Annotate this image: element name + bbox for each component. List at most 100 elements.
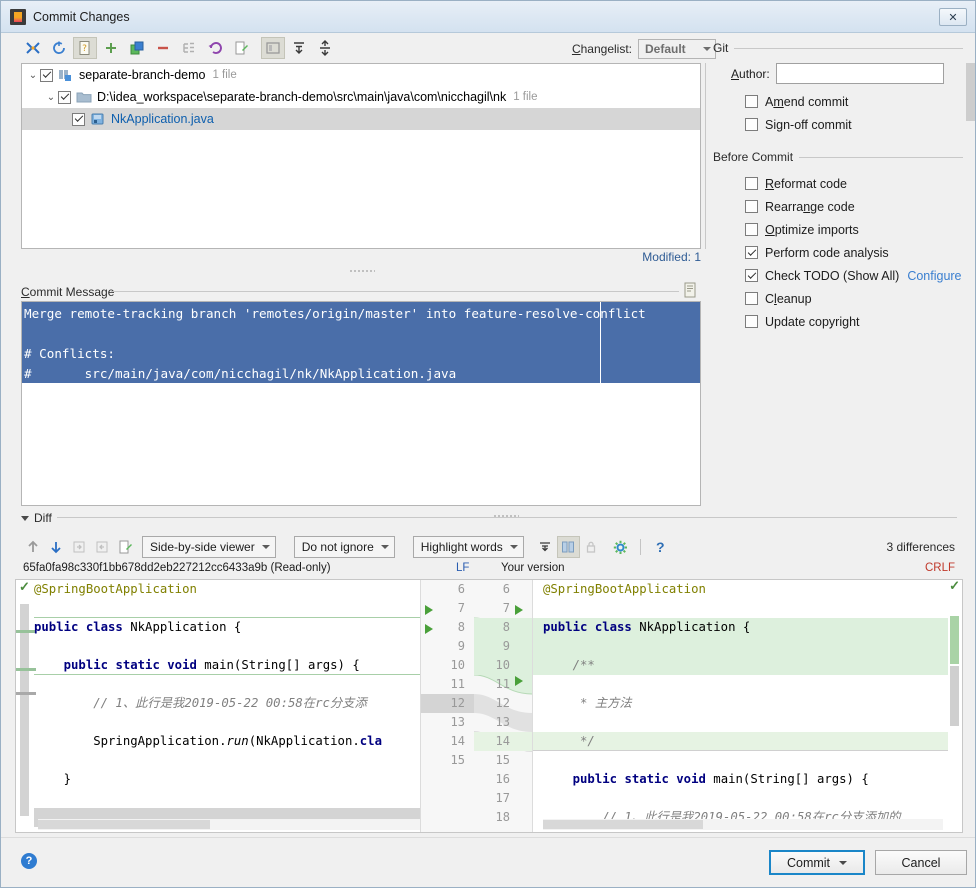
checkbox-box[interactable] xyxy=(745,223,758,236)
left-line-ending-label[interactable]: LF xyxy=(456,562,469,574)
differences-count: 3 differences xyxy=(886,540,956,554)
add-icon[interactable] xyxy=(99,37,123,59)
help-icon[interactable]: ? xyxy=(649,536,672,558)
gear-icon[interactable] xyxy=(609,536,632,558)
right-line-ending-label[interactable]: CRLF xyxy=(925,562,955,574)
next-difference-icon[interactable] xyxy=(44,536,67,558)
rollback-icon[interactable] xyxy=(203,37,227,59)
line-number: 6 xyxy=(457,582,465,596)
checkbox-box[interactable] xyxy=(745,315,758,328)
dialog-vertical-scrollbar[interactable] xyxy=(965,63,975,249)
diff-status-bar: 65fa0fa98c330f1bb678dd2eb227212cc6433a9b… xyxy=(1,560,975,579)
chevron-down-icon[interactable] xyxy=(21,515,29,521)
diff-viewer[interactable]: ✓ @SpringBootApplication public class Nk… xyxy=(15,579,963,833)
previous-difference-icon[interactable] xyxy=(21,536,44,558)
highlight-mode-dropdown[interactable]: Highlight words xyxy=(412,536,524,558)
check-todo-checkbox[interactable]: Check TODO (Show All) Configure xyxy=(713,264,963,287)
tree-checkbox-file[interactable] xyxy=(72,112,85,126)
optimize-imports-checkbox[interactable]: Optimize imports xyxy=(713,218,963,241)
diff-section-header[interactable]: Diff xyxy=(21,511,52,525)
tree-row-repository[interactable]: ⌄ separate-branch-demo 1 file xyxy=(22,64,700,86)
left-marker-track[interactable] xyxy=(20,604,29,816)
reformat-code-checkbox[interactable]: Reformat code xyxy=(713,172,963,195)
line-number: 17 xyxy=(495,791,510,805)
chevron-down-icon[interactable] xyxy=(839,860,848,865)
accept-left-icon[interactable] xyxy=(67,536,90,558)
apply-change-right-icon[interactable] xyxy=(515,604,523,618)
tree-checkbox-directory[interactable] xyxy=(58,90,71,104)
checkbox-box[interactable] xyxy=(745,246,758,259)
apply-change-left-icon[interactable] xyxy=(425,623,433,637)
checkbox-box[interactable] xyxy=(745,269,758,282)
right-marker-gutter[interactable]: ✓ xyxy=(948,580,962,832)
diff-right-line-numbers: 6 7 8 9 10 11 12 13 14 15 16 17 18 xyxy=(474,580,532,832)
scrollbar-thumb[interactable] xyxy=(966,63,975,121)
collapse-nodes-icon[interactable] xyxy=(313,37,337,59)
expand-all-icon[interactable] xyxy=(287,37,311,59)
cleanup-checkbox[interactable]: Cleanup xyxy=(713,287,963,310)
collapse-unchanged-icon[interactable] xyxy=(534,536,557,558)
ignore-mode-dropdown[interactable]: Do not ignore xyxy=(293,536,395,558)
amend-commit-checkbox[interactable]: Amend commit xyxy=(713,90,963,113)
commit-button[interactable]: Commit xyxy=(769,850,865,875)
left-horizontal-scrollbar[interactable] xyxy=(38,819,420,830)
checkbox-box[interactable] xyxy=(745,118,758,131)
commit-message-input[interactable]: Merge remote-tracking branch 'remotes/or… xyxy=(21,301,701,506)
perform-code-analysis-label: Perform code analysis xyxy=(765,245,889,260)
tree-row-file[interactable]: NkApplication.java xyxy=(22,108,700,130)
right-code-area[interactable]: @SpringBootApplication public class NkAp… xyxy=(543,580,962,832)
changed-files-tree[interactable]: ⌄ separate-branch-demo 1 file ⌄ D:\idea_… xyxy=(21,63,701,249)
move-to-changelist-icon[interactable] xyxy=(125,37,149,59)
code-line: // 1、此行是我2019-05-22 00:58在rc分支添 xyxy=(34,696,367,710)
cancel-button[interactable]: Cancel xyxy=(875,850,967,875)
accept-right-icon[interactable] xyxy=(90,536,113,558)
group-by-icon[interactable] xyxy=(177,37,201,59)
help-icon[interactable]: ? xyxy=(21,853,37,869)
line-number: 12 xyxy=(421,694,475,713)
synchronize-scroll-icon[interactable] xyxy=(556,536,580,558)
diff-right-pane[interactable]: @SpringBootApplication public class NkAp… xyxy=(532,580,962,832)
viewer-mode-dropdown[interactable]: Side-by-side viewer xyxy=(142,536,276,558)
checkbox-box[interactable] xyxy=(745,177,758,190)
delete-icon[interactable] xyxy=(151,37,175,59)
rearrange-code-checkbox[interactable]: Rearrange code xyxy=(713,195,963,218)
checkbox-box[interactable] xyxy=(745,95,758,108)
edit-source-icon[interactable] xyxy=(113,536,136,558)
collapse-all-icon[interactable] xyxy=(21,37,45,59)
read-only-lock-icon[interactable] xyxy=(580,536,603,558)
show-diff-preview-icon[interactable] xyxy=(261,37,285,59)
close-icon[interactable]: ✕ xyxy=(939,8,967,26)
changelist-dropdown[interactable]: Default xyxy=(638,39,716,59)
sign-off-commit-checkbox[interactable]: Sign-off commit xyxy=(713,113,963,136)
update-copyright-label: Update copyright xyxy=(765,314,860,329)
line-number: 11 xyxy=(495,677,510,691)
checkbox-box[interactable] xyxy=(745,292,758,305)
intellij-idea-icon xyxy=(10,8,26,25)
splitter-handle[interactable] xyxy=(349,269,375,274)
apply-change-left-icon[interactable] xyxy=(425,604,433,618)
checkbox-box[interactable] xyxy=(745,200,758,213)
line-number: 11 xyxy=(450,677,465,691)
update-copyright-checkbox[interactable]: Update copyright xyxy=(713,310,963,333)
configure-link[interactable]: Configure xyxy=(907,269,961,283)
code-line: public class NkApplication { xyxy=(543,620,751,634)
apply-change-right-icon[interactable] xyxy=(515,675,523,689)
edit-source-icon[interactable] xyxy=(229,37,253,59)
refresh-icon[interactable] xyxy=(47,37,71,59)
scrollbar-thumb[interactable] xyxy=(950,666,959,726)
line-number: 8 xyxy=(474,618,532,637)
git-group-header: Git xyxy=(713,41,963,55)
scrollbar-thumb[interactable] xyxy=(543,820,703,829)
chevron-down-icon[interactable]: ⌄ xyxy=(26,70,40,81)
right-horizontal-scrollbar[interactable] xyxy=(543,819,943,830)
tree-row-directory[interactable]: ⌄ D:\idea_workspace\separate-branch-demo… xyxy=(22,86,700,108)
chevron-down-icon[interactable]: ⌄ xyxy=(44,92,58,103)
author-field[interactable] xyxy=(775,63,944,84)
scrollbar-thumb[interactable] xyxy=(38,820,210,829)
perform-code-analysis-checkbox[interactable]: Perform code analysis xyxy=(713,241,963,264)
message-history-icon[interactable] xyxy=(682,282,698,298)
diff-left-pane[interactable]: ✓ @SpringBootApplication public class Nk… xyxy=(16,580,420,832)
tree-checkbox-repository[interactable] xyxy=(40,68,53,82)
diff-splitter-handle[interactable] xyxy=(493,514,519,519)
show-diff-icon[interactable]: ? xyxy=(73,37,97,59)
